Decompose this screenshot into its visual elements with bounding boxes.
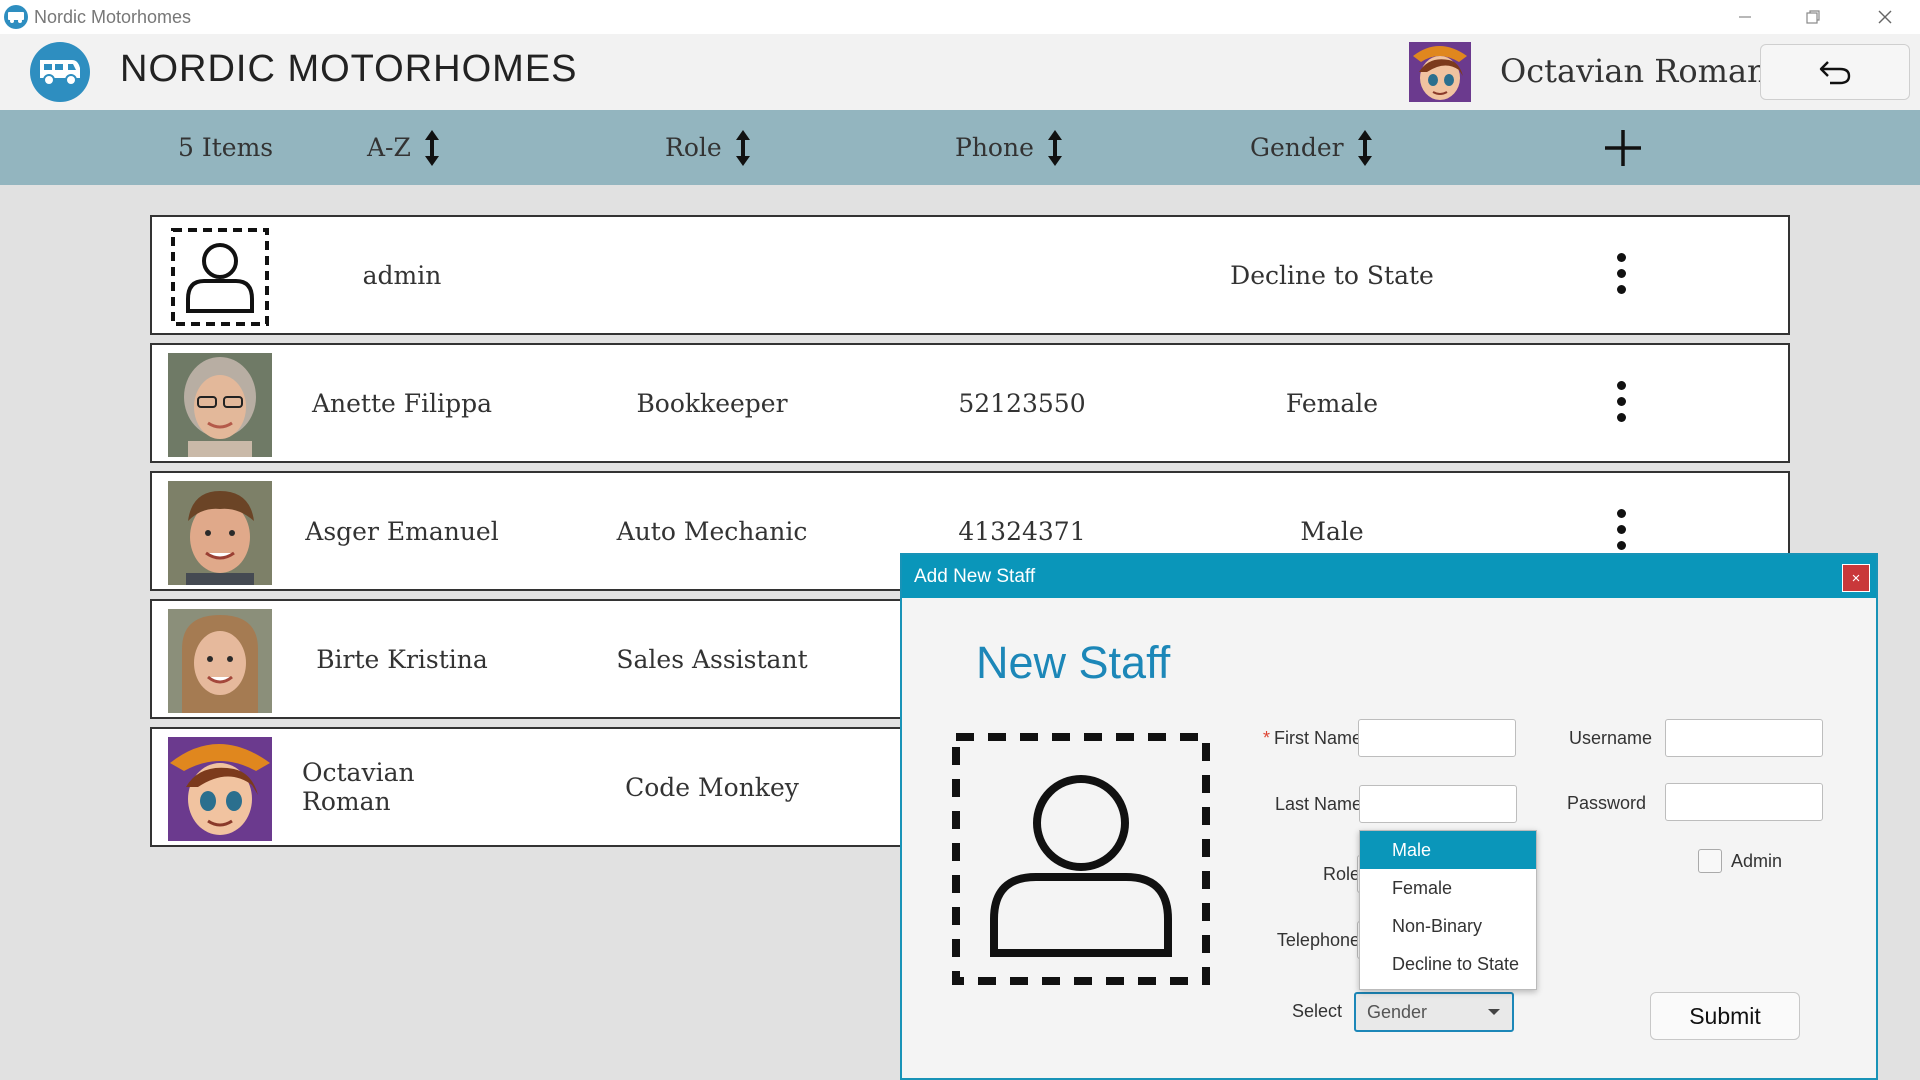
- sort-toolbar: 5 Items A-Z Role Phone Gender: [0, 110, 1920, 185]
- dialog-header: Add New Staff ×: [902, 555, 1876, 598]
- placeholder-avatar-icon: [168, 225, 272, 329]
- staff-photo: [168, 481, 272, 585]
- first-name-field[interactable]: [1358, 719, 1516, 757]
- staff-role: Bookkeeper: [636, 388, 788, 418]
- staff-name: admin: [362, 260, 442, 290]
- undo-arrow-icon: [1819, 61, 1851, 85]
- plus-icon: [1605, 129, 1641, 166]
- gender-option[interactable]: Male: [1360, 831, 1536, 869]
- staff-gender: Female: [1285, 388, 1379, 418]
- more-options-icon[interactable]: [1612, 381, 1630, 425]
- username-field[interactable]: [1665, 719, 1823, 757]
- staff-role: [612, 217, 812, 333]
- gender-select[interactable]: Gender: [1354, 992, 1514, 1032]
- role-label: Role: [1322, 864, 1360, 884]
- sort-arrows-icon: [1357, 129, 1372, 166]
- telephone-label: Telephone: [1276, 930, 1360, 950]
- more-options-icon[interactable]: [1612, 509, 1630, 553]
- minimize-button[interactable]: [1710, 0, 1780, 34]
- password-label: Password: [1566, 793, 1646, 813]
- back-button[interactable]: [1760, 44, 1910, 100]
- user-name: Octavian Roman: [1500, 52, 1768, 90]
- app-header: NORDIC MOTORHOMES Octavian Roman: [0, 34, 1920, 110]
- first-name-label: * First Name: [1262, 728, 1362, 748]
- staff-name: Birte Kristina: [316, 644, 488, 674]
- gender-select-value: Gender: [1367, 1001, 1428, 1022]
- user-avatar[interactable]: [1409, 42, 1471, 102]
- select-label: Select: [1291, 1001, 1342, 1021]
- staff-name: Anette Filippa: [311, 388, 493, 418]
- sort-phone-button[interactable]: Phone: [955, 110, 1064, 185]
- staff-photo: [168, 609, 272, 713]
- item-count: 5 Items: [178, 133, 274, 162]
- staff-name: Asger Emanuel: [305, 516, 499, 546]
- add-staff-dialog: Add New Staff × New Staff * First Name La…: [900, 553, 1878, 1080]
- last-name-field[interactable]: [1359, 785, 1517, 823]
- staff-phone: [922, 217, 1122, 333]
- sort-az-button[interactable]: A-Z: [367, 110, 441, 185]
- sort-az-label: A-Z: [367, 133, 411, 162]
- submit-button[interactable]: Submit: [1650, 992, 1800, 1040]
- brand-name: NORDIC MOTORHOMES: [120, 48, 578, 90]
- staff-phone: 52123550: [958, 388, 1086, 418]
- photo-upload-placeholder-icon[interactable]: [950, 731, 1212, 987]
- form-heading: New Staff: [976, 637, 1171, 688]
- sort-arrows-icon: [1047, 129, 1062, 166]
- dialog-close-button[interactable]: ×: [1842, 564, 1870, 592]
- restore-button[interactable]: [1778, 0, 1848, 34]
- sort-role-label: Role: [665, 133, 722, 162]
- staff-photo: [168, 353, 272, 457]
- sort-arrows-icon: [735, 129, 750, 166]
- staff-gender: Decline to State: [1230, 260, 1434, 290]
- gender-option[interactable]: Decline to State: [1360, 945, 1536, 983]
- add-staff-button[interactable]: [1590, 110, 1644, 185]
- staff-photo: [168, 737, 272, 841]
- window-title: Nordic Motorhomes: [34, 6, 192, 27]
- required-mark: *: [1262, 728, 1270, 748]
- gender-option[interactable]: Non-Binary: [1360, 907, 1536, 945]
- dialog-title: Add New Staff: [914, 565, 1036, 587]
- admin-checkbox[interactable]: [1698, 849, 1722, 873]
- staff-row[interactable]: admin Decline to State: [150, 215, 1790, 335]
- staff-role: Sales Assistant: [616, 644, 808, 674]
- sort-role-button[interactable]: Role: [665, 110, 752, 185]
- sort-gender-button[interactable]: Gender: [1250, 110, 1374, 185]
- minimize-icon: [1739, 16, 1751, 18]
- sort-gender-label: Gender: [1250, 133, 1344, 162]
- last-name-label: Last Name: [1274, 794, 1362, 814]
- restore-icon: [1806, 10, 1820, 24]
- sort-phone-label: Phone: [955, 133, 1034, 162]
- staff-role: Code Monkey: [625, 772, 799, 802]
- app-icon: [4, 5, 28, 29]
- staff-role: Auto Mechanic: [616, 516, 808, 546]
- staff-name: Octavian Roman: [302, 758, 415, 816]
- password-field[interactable]: [1665, 783, 1823, 821]
- close-window-button[interactable]: [1850, 0, 1920, 34]
- dropdown-caret-icon: [1488, 1009, 1500, 1015]
- admin-label: Admin: [1731, 851, 1783, 871]
- motorhome-logo-icon: [30, 42, 90, 102]
- username-label: Username: [1568, 728, 1652, 748]
- close-icon: [1878, 10, 1892, 24]
- app-window: Nordic Motorhomes NORDIC MOTORHOMES Octa…: [0, 0, 1920, 1080]
- more-options-icon[interactable]: [1612, 253, 1630, 297]
- gender-dropdown-menu: Male Female Non-Binary Decline to State: [1359, 830, 1537, 990]
- staff-row[interactable]: Anette Filippa Bookkeeper 52123550 Femal…: [150, 343, 1790, 463]
- gender-option[interactable]: Female: [1360, 869, 1536, 907]
- sort-arrows-icon: [424, 129, 439, 166]
- title-bar: Nordic Motorhomes: [0, 0, 1920, 34]
